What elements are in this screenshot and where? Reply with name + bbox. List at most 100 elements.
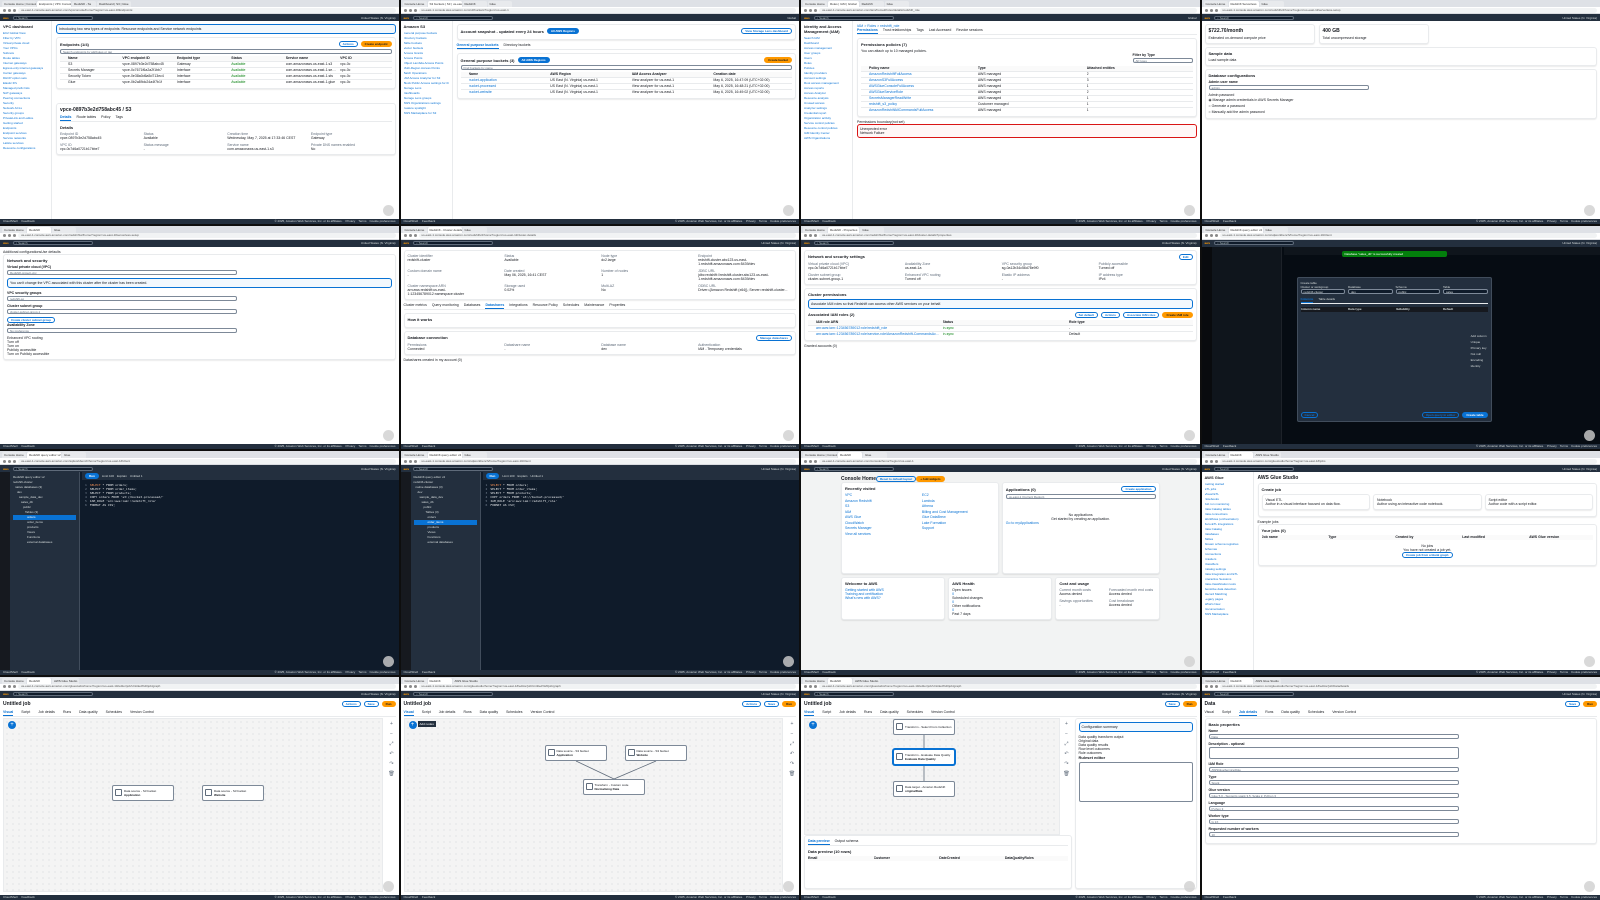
back-icon[interactable] <box>3 8 6 12</box>
column-option-checkbox[interactable]: Add column <box>1471 333 1487 339</box>
column-header[interactable]: Name <box>469 72 548 77</box>
browser-tab[interactable]: Glue <box>1263 226 1288 233</box>
footer-link[interactable]: Privacy <box>746 219 756 223</box>
welcome-link[interactable]: What's new with AWS? <box>845 596 941 600</box>
row-checkbox[interactable] <box>861 108 866 113</box>
cluster-tab[interactable]: Datashares <box>485 303 505 309</box>
browser-tab[interactable]: Console Home | Console Home <box>803 452 837 458</box>
aws-logo[interactable]: aws <box>1205 241 1211 245</box>
save-button[interactable]: Save <box>764 700 780 707</box>
public-checkbox[interactable]: Turn on Publicly accessible <box>7 352 392 356</box>
aws-logo[interactable]: aws <box>1205 692 1211 696</box>
table-cell[interactable]: AWSGlueServiceRole <box>869 90 975 95</box>
column-header[interactable]: Name <box>68 56 119 61</box>
job-tab[interactable]: Script <box>21 709 30 716</box>
reload-icon[interactable] <box>1214 459 1218 463</box>
column-header[interactable]: Service name <box>286 56 337 61</box>
graph-node[interactable]: Data source - S3 bucket Application <box>112 784 174 801</box>
table-row[interactable]: AmazonRedshiftFullAccess AWS managed 2 <box>861 71 1193 77</box>
reload-icon[interactable] <box>413 234 417 237</box>
region-selector[interactable]: United States (N. Virginia) <box>361 692 396 696</box>
footer-link[interactable]: Privacy <box>1146 444 1156 448</box>
footer-link[interactable]: Terms <box>759 895 767 899</box>
back-icon[interactable] <box>3 234 6 237</box>
footer-link[interactable]: Terms <box>1560 219 1568 223</box>
table-row[interactable]: S3 vpce-0897b3e2d758abc45 Gateway Available… <box>60 61 392 67</box>
column-header[interactable]: Last modified <box>1462 535 1526 540</box>
table-cell[interactable]: AmazonRedshiftAllCommandsFullAccess <box>869 108 975 113</box>
footer-link[interactable]: Terms <box>1159 444 1167 448</box>
footer-link[interactable]: Cookie preferences <box>1170 219 1196 223</box>
aws-logo[interactable]: aws <box>804 16 810 20</box>
job-field-input[interactable]: Data <box>1208 733 1459 739</box>
table-row[interactable]: Security Token vpce-0e38a0d6a5d713ec4 Inte… <box>60 73 392 79</box>
cloudshell-link[interactable]: CloudShell <box>404 219 419 224</box>
back-icon[interactable] <box>3 685 6 688</box>
select-all-checkbox[interactable] <box>461 72 466 77</box>
address-input[interactable]: us-east-1.console.aws.amazon.com/redshif… <box>18 233 396 238</box>
browser-tab[interactable]: Glue <box>884 1 909 7</box>
row-checkbox[interactable] <box>861 90 866 95</box>
how-it-works-title[interactable]: How it works <box>408 317 793 322</box>
feedback-link[interactable]: Feedback <box>1223 444 1236 449</box>
zoom-out-icon[interactable]: − <box>791 731 794 737</box>
search-input[interactable]: ⌕ Search <box>413 466 494 471</box>
column-header[interactable]: Endpoint type <box>177 56 228 61</box>
create-application-button[interactable]: Create application <box>1121 486 1156 492</box>
row-checkbox[interactable] <box>60 74 65 79</box>
column-header[interactable]: VPC ID <box>340 56 391 61</box>
table-row[interactable]: AmazonS3FullAccess AWS managed 3 <box>861 77 1193 83</box>
aws-logo[interactable]: aws <box>804 467 810 471</box>
reload-icon[interactable] <box>413 459 417 463</box>
aws-logo[interactable]: aws <box>404 692 410 696</box>
browser-tab[interactable]: AWS Glue Studio <box>452 677 480 684</box>
footer-link[interactable]: Privacy <box>345 670 355 674</box>
forward-icon[interactable] <box>809 459 812 463</box>
aws-logo[interactable]: aws <box>404 467 410 471</box>
back-icon[interactable] <box>804 685 807 688</box>
browser-tab[interactable]: Redshift - Properties <box>828 226 860 233</box>
undo-icon[interactable]: ↶ <box>790 751 794 757</box>
feedback-link[interactable]: Feedback <box>422 670 435 675</box>
side-nav-item[interactable]: Resource configurations <box>3 146 48 151</box>
cluster-tab[interactable]: Query monitoring <box>432 303 459 309</box>
job-tab[interactable]: Schedules <box>506 709 522 716</box>
footer-link[interactable]: Cookie preferences <box>1571 670 1597 674</box>
browser-tab[interactable]: Redshift <box>27 226 51 233</box>
address-input[interactable]: us-east-1.console.aws.amazon.com/gluestu… <box>819 684 1197 689</box>
cloudshell-link[interactable]: CloudShell <box>3 895 18 900</box>
select-all-checkbox[interactable] <box>808 320 813 325</box>
footer-link[interactable]: Terms <box>1159 670 1167 674</box>
reload-icon[interactable] <box>1214 685 1218 688</box>
role-action-button[interactable]: Create IAM role <box>1162 311 1193 318</box>
footer-link[interactable]: Cookie preferences <box>1571 444 1597 448</box>
cloudshell-link[interactable]: CloudShell <box>404 895 419 900</box>
browser-tab[interactable]: Glue <box>52 226 76 233</box>
column-header[interactable]: Created by <box>1395 535 1459 540</box>
search-input[interactable]: ⌕ Search <box>1214 15 1295 20</box>
region-selector[interactable]: United States (N. Virginia) <box>361 241 396 245</box>
job-tab[interactable]: Visual <box>1205 709 1214 716</box>
feedback-link[interactable]: Feedback <box>823 895 836 900</box>
browser-tab[interactable]: Glue <box>860 226 885 233</box>
footer-link[interactable]: Privacy <box>345 444 355 448</box>
forward-icon[interactable] <box>809 234 812 237</box>
region-selector[interactable]: United States (N. Virginia) <box>1162 241 1197 245</box>
footer-link[interactable]: Privacy <box>345 219 355 223</box>
footer-link[interactable]: Privacy <box>1547 670 1557 674</box>
browser-tab[interactable]: Redshift query editor v2 <box>427 452 462 458</box>
address-input[interactable]: us-east-1.console.aws.amazon.com/sqlwork… <box>18 458 396 464</box>
browser-tab[interactable]: Console Home <box>803 1 827 7</box>
create-job-blank-button[interactable]: Create job from a blank graph <box>1401 552 1453 558</box>
redo-icon[interactable]: ↷ <box>790 761 794 767</box>
browser-tab[interactable]: Console Home <box>803 677 827 684</box>
browser-tab[interactable]: Redshift query editor v2 <box>27 452 61 458</box>
aws-logo[interactable]: aws <box>3 467 9 471</box>
job-tab[interactable]: Runs <box>1265 709 1273 716</box>
row-checkbox[interactable] <box>461 90 466 95</box>
search-input[interactable]: ⌕ Search <box>12 692 93 696</box>
address-input[interactable]: us-east-1.console.aws.amazon.com/gluestu… <box>18 684 396 689</box>
footer-link[interactable]: Terms <box>358 444 366 448</box>
region-selector[interactable]: United States (N. Virginia) <box>1562 241 1597 245</box>
feedback-link[interactable]: Feedback <box>823 670 836 675</box>
